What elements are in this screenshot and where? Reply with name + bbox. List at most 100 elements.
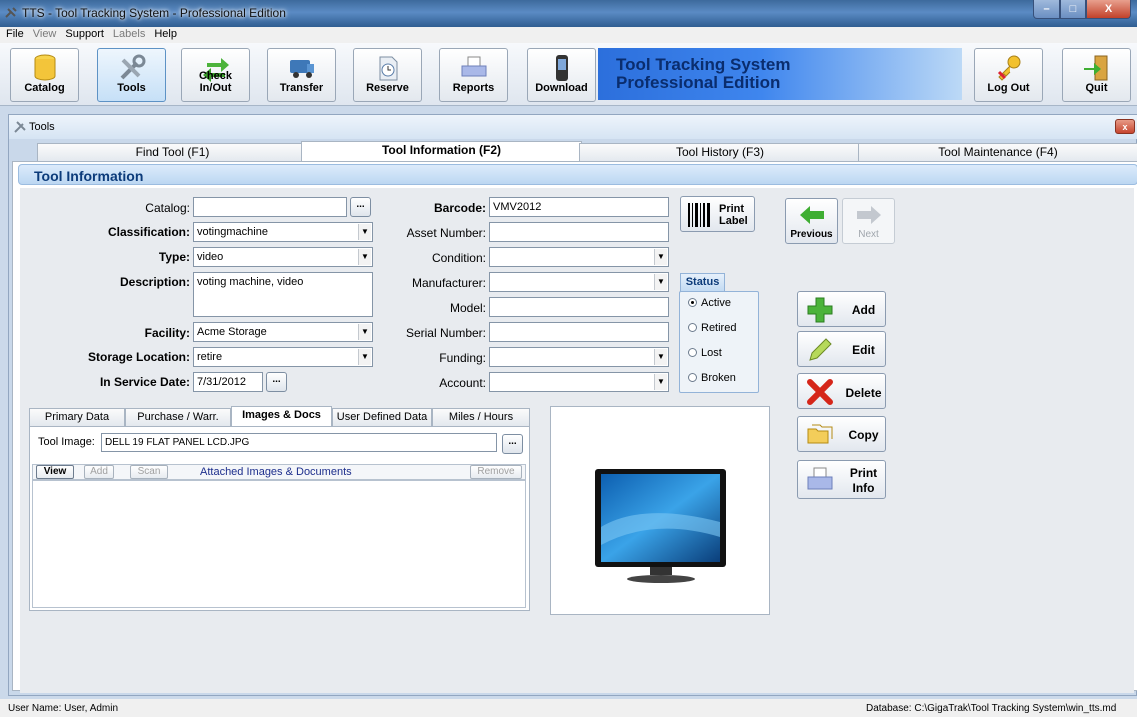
section-title: Tool Information [34,168,144,184]
status-broken-radio[interactable]: Broken [688,372,736,384]
barcode-field[interactable]: VMV2012 [489,197,669,217]
menu-labels[interactable]: Labels [113,27,145,43]
status-retired-radio[interactable]: Retired [688,322,736,334]
tab-tool-information[interactable]: Tool Information (F2) [301,141,582,161]
database-status: Database: C:\GigaTrak\Tool Tracking Syst… [866,703,1117,714]
monitor-image [595,469,726,583]
log-out-button[interactable]: Log Out [974,48,1043,102]
close-window-button[interactable]: X [1086,0,1131,19]
model-field[interactable] [489,297,669,317]
model-label: Model: [449,301,486,315]
tool-image-field[interactable]: DELL 19 FLAT PANEL LCD.JPG [101,433,497,452]
folders-icon [807,424,833,444]
edit-label: Edit [852,343,875,357]
printer-icon [461,56,486,77]
copy-button[interactable]: Copy [797,416,886,452]
maximize-button[interactable]: □ [1060,0,1086,19]
menu-bar: File View Support Labels Help [0,27,1137,43]
facility-label: Facility: [144,326,190,340]
subtab-user-defined-data[interactable]: User Defined Data [332,408,432,426]
facility-value: Acme Storage [197,326,267,338]
scan-button[interactable]: Scan [130,465,168,479]
chevron-down-icon: ▼ [654,249,667,265]
type-select[interactable]: video ▼ [193,247,373,267]
status-active-radio[interactable]: Active [688,297,731,309]
catalog-browse-button[interactable]: ... [350,197,371,217]
catalog-button[interactable]: Catalog [10,48,79,102]
menu-view[interactable]: View [33,27,57,43]
in-service-date-field[interactable]: 7/31/2012 [193,372,263,392]
funding-label: Funding: [439,351,486,365]
catalog-field[interactable] [193,197,347,217]
arrow-left-icon [800,206,824,224]
minimize-button[interactable]: – [1033,0,1060,19]
storage-location-select[interactable]: retire ▼ [193,347,373,367]
condition-select[interactable]: ▼ [489,247,669,267]
tab-find-tool[interactable]: Find Tool (F1) [37,143,308,161]
delete-button[interactable]: Delete [797,373,886,409]
reports-button[interactable]: Reports [439,48,508,102]
add-button[interactable]: Add [797,291,886,327]
delete-label: Delete [845,386,882,400]
subtab-purchase-warr[interactable]: Purchase / Warr. [125,408,231,426]
print-label-text-2: Label [719,215,748,227]
subtab-primary-data[interactable]: Primary Data [29,408,125,426]
status-broken-label: Broken [701,372,736,384]
next-label: Next [858,229,879,240]
tool-image-browse-button[interactable]: ... [502,434,523,454]
manufacturer-select[interactable]: ▼ [489,272,669,292]
transfer-button[interactable]: Transfer [267,48,336,102]
status-title: Status [680,273,725,292]
funding-select[interactable]: ▼ [489,347,669,367]
menu-help[interactable]: Help [154,27,177,43]
chevron-down-icon: ▼ [654,374,667,390]
print-info-button[interactable]: Print Info [797,460,886,499]
chevron-down-icon: ▼ [358,324,371,340]
add-attachment-button[interactable]: Add [84,465,114,479]
check-in-out-button[interactable]: Check In/Out [181,48,250,102]
reserve-button[interactable]: Reserve [353,48,422,102]
view-button[interactable]: View [36,465,74,479]
print-label-button[interactable]: Print Label [680,196,755,232]
type-label: Type: [158,250,190,264]
date-picker-button[interactable]: ... [266,372,287,392]
edit-button[interactable]: Edit [797,331,886,367]
tab-tool-maintenance[interactable]: Tool Maintenance (F4) [858,143,1137,161]
serial-number-field[interactable] [489,322,669,342]
tab-tool-history[interactable]: Tool History (F3) [579,143,861,161]
title-bar: TTS - Tool Tracking System - Professiona… [0,0,1137,27]
tools-button[interactable]: Tools [97,48,166,102]
menu-support[interactable]: Support [65,27,104,43]
banner-title: Tool Tracking System [616,55,791,74]
key-icon [997,55,1020,81]
pencil-icon [809,338,832,361]
classification-select[interactable]: votingmachine ▼ [193,222,373,242]
manufacturer-label: Manufacturer: [411,276,486,290]
attachments-list[interactable] [32,480,526,608]
previous-button[interactable]: Previous [785,198,838,244]
clock-document-icon [379,56,397,81]
menu-file[interactable]: File [6,27,24,43]
storage-location-label: Storage Location: [87,350,190,364]
radio-icon [688,348,697,357]
remove-button[interactable]: Remove [470,465,522,479]
tool-image-preview [550,406,770,615]
barcode-label: Barcode: [433,201,486,215]
next-button[interactable]: Next [842,198,895,244]
download-button[interactable]: Download [527,48,596,102]
close-tools-window-button[interactable]: x [1115,119,1135,134]
status-lost-radio[interactable]: Lost [688,347,722,359]
add-label: Add [851,303,876,317]
subtab-images-docs[interactable]: Images & Docs [231,406,332,427]
description-field[interactable]: voting machine, video [193,272,373,317]
catalog-label: Catalog: [145,201,190,215]
quit-button[interactable]: Quit [1062,48,1131,102]
chevron-down-icon: ▼ [358,249,371,265]
in-service-date-label: In Service Date: [99,375,190,389]
asset-number-field[interactable] [489,222,669,242]
subtab-miles-hours[interactable]: Miles / Hours [432,408,530,426]
arrow-right-icon [857,206,881,224]
printer-icon [807,467,833,490]
account-select[interactable]: ▼ [489,372,669,392]
facility-select[interactable]: Acme Storage ▼ [193,322,373,342]
